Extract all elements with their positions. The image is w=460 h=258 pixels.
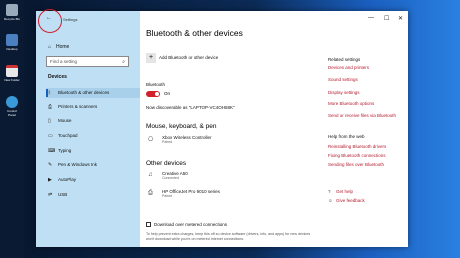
- desktop-icon-desktop[interactable]: Desktop: [3, 34, 21, 51]
- give-feedback-link[interactable]: ☺ Give feedback: [328, 198, 365, 203]
- bluetooth-icon: ᛒ: [48, 90, 52, 96]
- send-receive-files-link[interactable]: Send or receive files via Bluetooth: [328, 113, 396, 118]
- sidebar-item-bluetooth[interactable]: ᛒ Bluetooth & other devices: [46, 88, 140, 98]
- main-content: Bluetooth & other devices + Add Bluetooth…: [140, 11, 408, 247]
- sidebar-item-label: Pen & Windows Ink: [58, 162, 98, 167]
- sidebar-item-label: USB: [58, 192, 68, 197]
- sidebar-item-touchpad[interactable]: ▭ Touchpad: [46, 131, 140, 141]
- related-settings-heading: Related settings: [328, 57, 361, 62]
- sidebar-section-title: Devices: [48, 74, 67, 80]
- desktop-icon-label: Recycle Bin: [4, 17, 20, 21]
- folder-icon: [6, 34, 18, 46]
- device-creative-a50[interactable]: ♫ Creative A50 Connected: [146, 171, 188, 180]
- metered-label: Download over metered connections: [154, 222, 228, 227]
- sidebar-item-label: Bluetooth & other devices: [58, 90, 110, 95]
- desktop-icon-recycle-bin[interactable]: Recycle Bin: [3, 4, 21, 21]
- sidebar-item-mouse[interactable]: ▯ Mouse: [46, 116, 140, 126]
- device-status: Paired: [162, 140, 173, 144]
- feedback-icon: ☺: [328, 198, 333, 203]
- sidebar-item-label: AutoPlay: [58, 177, 77, 182]
- device-xbox-controller[interactable]: ⎔ Xbox Wireless Controller Paired: [146, 135, 212, 144]
- discoverable-text: Now discoverable as "LAPTOP-VC4OH58K": [146, 105, 235, 110]
- sound-settings-link[interactable]: Sound settings: [328, 77, 358, 82]
- add-device-button[interactable]: + Add Bluetooth or other device: [146, 53, 218, 63]
- device-hp-officejet[interactable]: ⎙ HP OfficeJet Pro 9010 series Paired: [146, 189, 220, 198]
- sidebar: ← Settings ⌂ Home Find a setting ⌕ Device…: [36, 11, 140, 247]
- more-bluetooth-link[interactable]: More Bluetooth options: [328, 101, 374, 106]
- search-icon: ⌕: [122, 59, 125, 65]
- globe-icon: [6, 96, 18, 108]
- pen-icon: ✎: [48, 162, 53, 168]
- document-icon: [6, 65, 18, 77]
- sidebar-item-printers[interactable]: ⎙ Printers & scanners: [46, 102, 140, 112]
- desktop-icon-control-panel[interactable]: Control Panel: [3, 96, 21, 117]
- window-title: Settings: [63, 17, 78, 22]
- desktop-icon-strip: Recycle Bin Desktop New Folder Control P…: [0, 0, 24, 258]
- mouse-keyboard-pen-heading: Mouse, keyboard, & pen: [146, 123, 217, 130]
- gamepad-icon: ⎔: [148, 137, 154, 143]
- printer-icon: ⎙: [48, 104, 53, 110]
- help-heading: Help from the web: [328, 134, 365, 139]
- desktop-icon-label: Desktop: [6, 47, 18, 51]
- add-device-label: Add Bluetooth or other device: [159, 55, 219, 61]
- metered-note: To help prevent extra charges, keep this…: [146, 232, 311, 241]
- sidebar-item-pen[interactable]: ✎ Pen & Windows Ink: [46, 160, 140, 170]
- plus-icon: +: [146, 53, 156, 63]
- sidebar-item-label: Typing: [58, 148, 72, 153]
- usb-icon: ⇌: [48, 192, 53, 198]
- bluetooth-state: On: [164, 91, 171, 96]
- bluetooth-toggle[interactable]: [146, 91, 160, 97]
- printer-icon: ⎙: [148, 190, 153, 196]
- sidebar-item-autoplay[interactable]: ▶ AutoPlay: [46, 175, 140, 185]
- desktop-icon-new-folder[interactable]: New Folder: [3, 65, 21, 82]
- sidebar-item-typing[interactable]: ⌨ Typing: [46, 146, 140, 156]
- desktop-icon-label: New Folder: [4, 78, 20, 82]
- annotation-circle: [38, 9, 62, 33]
- home-icon: ⌂: [48, 44, 52, 50]
- sidebar-item-usb[interactable]: ⇌ USB: [46, 190, 140, 200]
- sidebar-item-label: Touchpad: [58, 133, 78, 138]
- get-help-label: Get help: [336, 189, 354, 194]
- settings-window: ← Settings ⌂ Home Find a setting ⌕ Device…: [36, 11, 408, 247]
- metered-download-checkbox[interactable]: Download over metered connections: [146, 222, 228, 228]
- search-input[interactable]: Find a setting ⌕: [46, 56, 129, 67]
- autoplay-icon: ▶: [48, 177, 52, 183]
- page-title: Bluetooth & other devices: [146, 28, 243, 38]
- keyboard-icon: ⌨: [48, 148, 56, 154]
- mouse-icon: ▯: [48, 118, 51, 124]
- sidebar-item-label: Printers & scanners: [58, 104, 98, 109]
- get-help-link[interactable]: ? Get help: [328, 189, 353, 194]
- checkbox-box: [146, 222, 151, 228]
- other-devices-heading: Other devices: [146, 160, 187, 167]
- sidebar-item-label: Mouse: [58, 118, 72, 123]
- speaker-icon: ♫: [148, 172, 153, 178]
- bluetooth-label: Bluetooth: [146, 82, 166, 87]
- touchpad-icon: ▭: [48, 133, 53, 139]
- device-status: Paired: [162, 194, 173, 198]
- help-link[interactable]: Reinstalling Bluetooth drivers: [328, 144, 386, 149]
- search-placeholder: Find a setting: [50, 59, 78, 64]
- home-label: Home: [56, 44, 70, 50]
- recycle-bin-icon: [6, 4, 18, 16]
- help-link[interactable]: Sending files over Bluetooth: [328, 162, 384, 167]
- device-status: Connected: [162, 176, 179, 180]
- help-link[interactable]: Fixing Bluetooth connections: [328, 153, 386, 158]
- help-icon: ?: [328, 189, 331, 194]
- desktop-icon-label: Control Panel: [7, 109, 17, 117]
- give-feedback-label: Give feedback: [336, 198, 365, 203]
- devices-printers-link[interactable]: Devices and printers: [328, 65, 369, 70]
- display-settings-link[interactable]: Display settings: [328, 90, 360, 95]
- sidebar-item-home[interactable]: ⌂ Home: [48, 44, 69, 50]
